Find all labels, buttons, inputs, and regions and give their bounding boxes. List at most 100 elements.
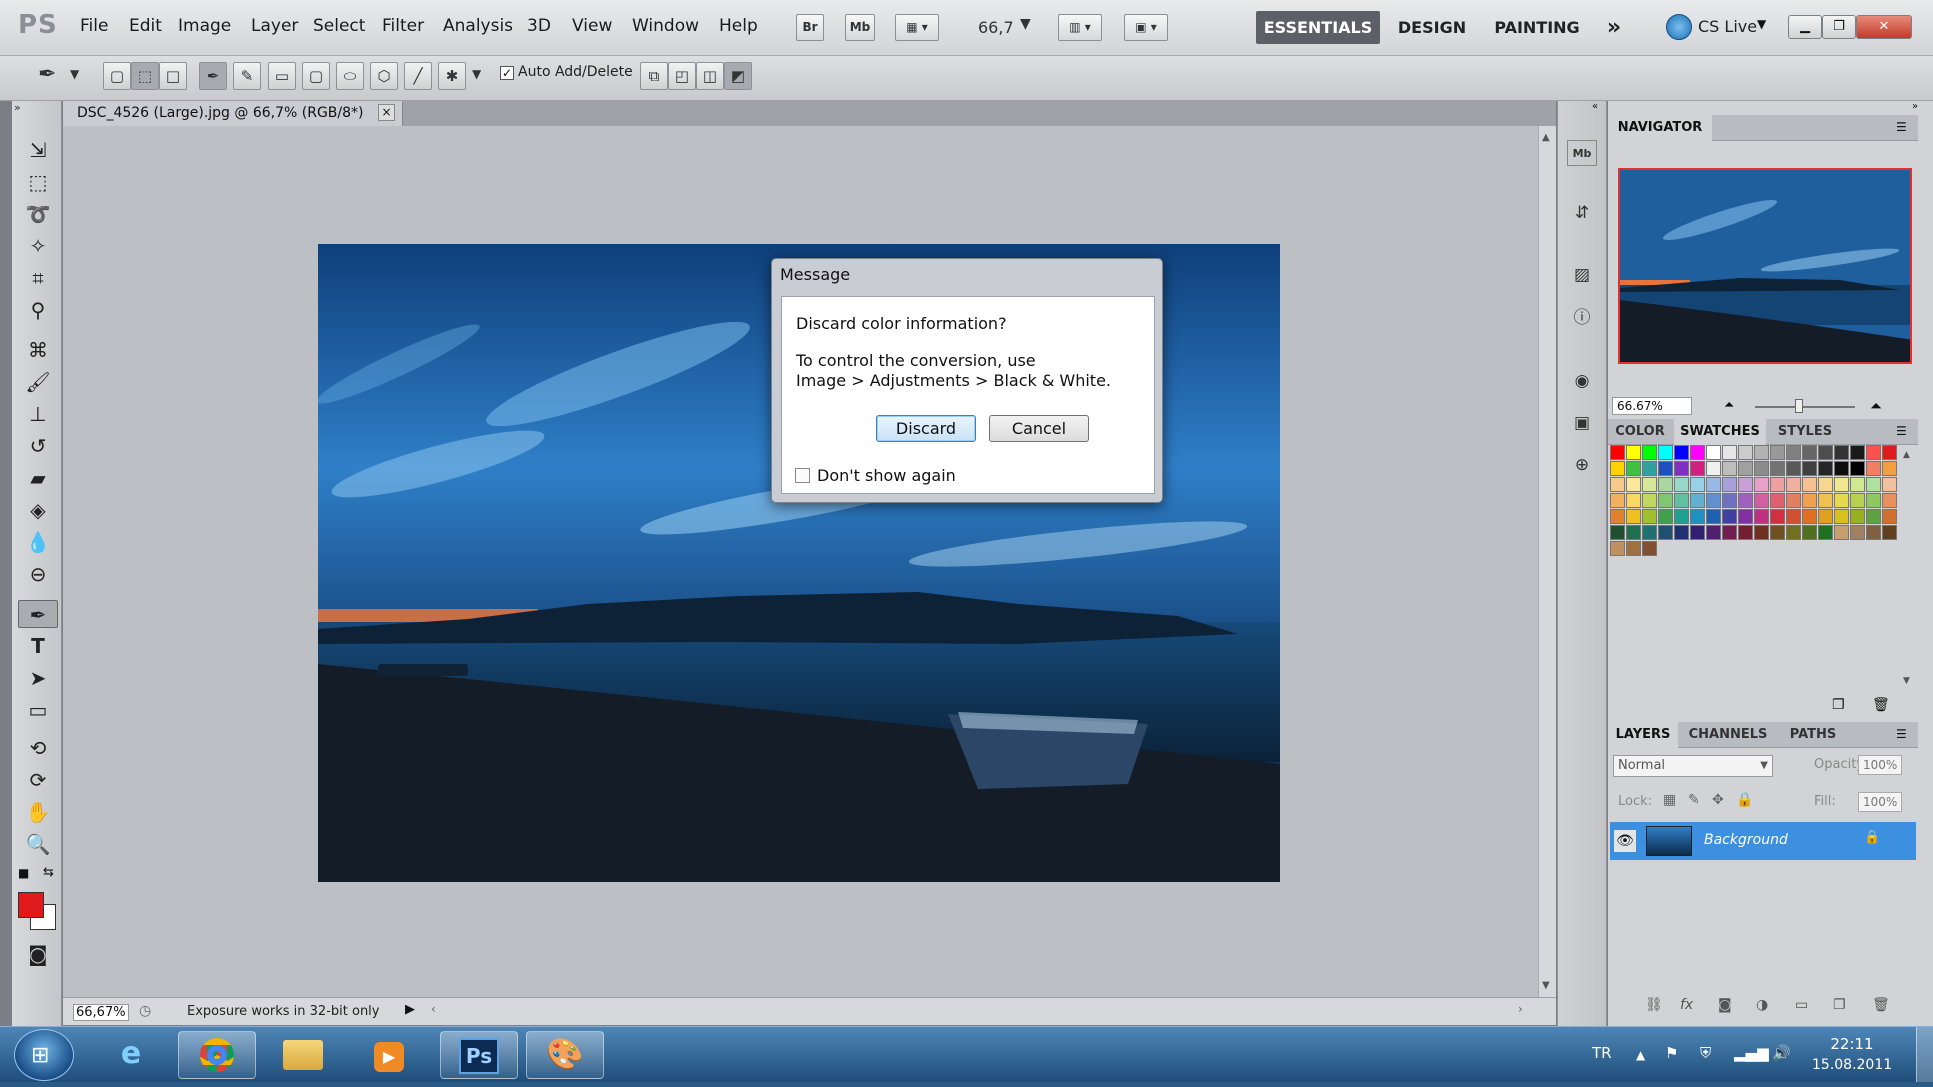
- zoom-dropdown-icon[interactable]: ▼: [1020, 16, 1031, 32]
- subtract-paths-button[interactable]: ◰: [668, 62, 696, 90]
- color-swatch[interactable]: [1786, 509, 1801, 524]
- geometry-options-dropdown-icon[interactable]: ▼: [472, 67, 481, 81]
- color-swatch[interactable]: [1738, 525, 1753, 540]
- color-swatch[interactable]: [1754, 477, 1769, 492]
- language-indicator[interactable]: TR: [1592, 1044, 1612, 1062]
- masks-panel-icon[interactable]: ▣: [1567, 410, 1597, 436]
- view-extras-button[interactable]: ▦ ▾: [895, 14, 939, 41]
- paths-button[interactable]: ⬚: [131, 62, 159, 90]
- color-swatch[interactable]: [1610, 461, 1625, 476]
- swatches-scroll-down-icon[interactable]: ▼: [1903, 676, 1910, 686]
- menu-select[interactable]: Select: [313, 16, 365, 36]
- histogram-panel-icon[interactable]: ▨: [1567, 262, 1597, 288]
- color-swatch[interactable]: [1642, 445, 1657, 460]
- color-swatch[interactable]: [1834, 493, 1849, 508]
- menu-file[interactable]: File: [80, 16, 108, 36]
- info-panel-icon[interactable]: ⓘ: [1567, 305, 1597, 331]
- scroll-left-icon[interactable]: ‹: [431, 1002, 436, 1016]
- menu-layer[interactable]: Layer: [251, 16, 298, 36]
- color-swatch[interactable]: [1658, 461, 1673, 476]
- workspace-design[interactable]: DESIGN: [1392, 11, 1472, 44]
- 3d-orbit-tool-icon[interactable]: ⟳: [18, 766, 58, 794]
- navigator-zoom-slider[interactable]: [1755, 406, 1855, 408]
- clock-date[interactable]: 15.08.2011: [1812, 1057, 1892, 1073]
- color-swatch[interactable]: [1610, 541, 1625, 556]
- file-explorer-icon[interactable]: [264, 1031, 342, 1079]
- tab-paths[interactable]: PATHS: [1778, 722, 1848, 748]
- navigator-zoom-field[interactable]: 66.67%: [1612, 397, 1692, 415]
- foreground-color-swatch[interactable]: [18, 892, 44, 918]
- healing-brush-tool-icon[interactable]: ⌘: [18, 336, 58, 364]
- color-swatch[interactable]: [1626, 509, 1641, 524]
- security-shield-icon[interactable]: ⛨: [1700, 1044, 1711, 1062]
- color-swatch[interactable]: [1642, 461, 1657, 476]
- color-swatch[interactable]: [1802, 461, 1817, 476]
- media-player-icon[interactable]: ▶: [350, 1031, 428, 1079]
- dock-collapse-icon[interactable]: «: [1592, 101, 1598, 112]
- arrange-documents-button[interactable]: ▥ ▾: [1058, 14, 1102, 41]
- paint-bucket-tool-icon[interactable]: ◈: [18, 496, 58, 524]
- color-swatch[interactable]: [1754, 493, 1769, 508]
- color-swatch[interactable]: [1738, 461, 1753, 476]
- clock-time[interactable]: 22:11: [1812, 1035, 1892, 1053]
- color-swatch[interactable]: [1786, 477, 1801, 492]
- rectangle-tool-icon[interactable]: ▭: [18, 696, 58, 724]
- tab-channels[interactable]: CHANNELS: [1680, 722, 1776, 748]
- brush-tool-icon[interactable]: 🖌: [18, 368, 58, 396]
- show-desktop-button[interactable]: [1916, 1027, 1933, 1082]
- rectangle-shape-button[interactable]: ▭: [268, 62, 296, 90]
- tool-preset-dropdown-icon[interactable]: ▼: [70, 67, 79, 81]
- layer-row-background[interactable]: 👁 Background 🔒: [1610, 822, 1916, 860]
- color-swatch[interactable]: [1866, 477, 1881, 492]
- menu-help[interactable]: Help: [719, 16, 758, 36]
- quick-mask-icon[interactable]: ◙: [18, 940, 58, 968]
- menu-analysis[interactable]: Analysis: [443, 16, 513, 36]
- color-swatch[interactable]: [1722, 509, 1737, 524]
- menu-window[interactable]: Window: [632, 16, 699, 36]
- color-swatch[interactable]: [1818, 477, 1833, 492]
- add-mask-icon[interactable]: ◙: [1718, 997, 1732, 1013]
- cs-live-label[interactable]: CS Live: [1698, 17, 1757, 36]
- color-swatch[interactable]: [1882, 493, 1897, 508]
- color-swatch[interactable]: [1610, 509, 1625, 524]
- status-zoom-field[interactable]: 66,67%: [73, 1004, 129, 1021]
- history-panel-icon[interactable]: ⇵: [1567, 200, 1597, 226]
- color-swatch[interactable]: [1722, 445, 1737, 460]
- color-swatch[interactable]: [1738, 493, 1753, 508]
- freeform-pen-button[interactable]: ✎: [233, 62, 261, 90]
- delete-layer-icon[interactable]: 🗑: [1872, 997, 1890, 1013]
- color-swatch[interactable]: [1786, 461, 1801, 476]
- color-swatch[interactable]: [1674, 493, 1689, 508]
- dont-show-again-checkbox[interactable]: [795, 468, 810, 483]
- clone-source-panel-icon[interactable]: ⊕: [1567, 452, 1597, 478]
- color-swatch[interactable]: [1626, 493, 1641, 508]
- color-swatch[interactable]: [1690, 509, 1705, 524]
- swap-colors-icon[interactable]: ⇆: [43, 865, 54, 880]
- color-swatch[interactable]: [1706, 477, 1721, 492]
- color-swatch[interactable]: [1706, 509, 1721, 524]
- color-swatch[interactable]: [1658, 493, 1673, 508]
- color-swatch[interactable]: [1882, 509, 1897, 524]
- color-swatch[interactable]: [1674, 509, 1689, 524]
- color-swatch[interactable]: [1866, 461, 1881, 476]
- polygon-shape-button[interactable]: ⬡: [370, 62, 398, 90]
- color-swatch[interactable]: [1818, 525, 1833, 540]
- color-swatch[interactable]: [1754, 525, 1769, 540]
- volume-icon[interactable]: 🔊: [1772, 1044, 1791, 1062]
- color-swatch[interactable]: [1642, 509, 1657, 524]
- color-swatch[interactable]: [1722, 477, 1737, 492]
- crop-tool-icon[interactable]: ⌗: [18, 264, 58, 292]
- color-swatch[interactable]: [1674, 445, 1689, 460]
- color-swatch[interactable]: [1818, 509, 1833, 524]
- color-swatch[interactable]: [1770, 461, 1785, 476]
- color-swatch[interactable]: [1626, 461, 1641, 476]
- color-swatch[interactable]: [1882, 445, 1897, 460]
- close-window-button[interactable]: ✕: [1856, 15, 1912, 39]
- color-swatch[interactable]: [1850, 445, 1865, 460]
- navigator-slider-thumb[interactable]: [1795, 399, 1803, 413]
- color-swatch[interactable]: [1818, 461, 1833, 476]
- fill-pixels-button[interactable]: □: [159, 62, 187, 90]
- new-layer-icon[interactable]: ❐: [1833, 997, 1846, 1013]
- color-swatch[interactable]: [1722, 493, 1737, 508]
- color-swatch[interactable]: [1770, 509, 1785, 524]
